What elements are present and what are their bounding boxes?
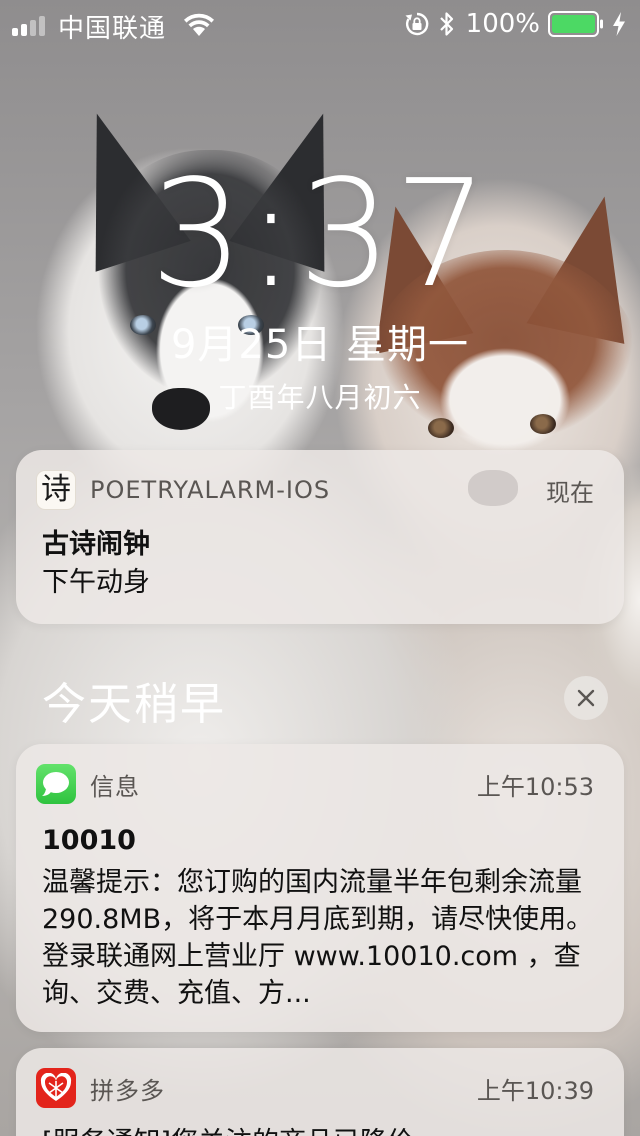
notification-time: 上午10:39 xyxy=(476,1076,594,1105)
lockscreen-date: 9月25日 星期一 xyxy=(170,322,470,368)
orientation-lock-icon xyxy=(405,12,429,36)
wallpaper-dog-eye xyxy=(428,418,454,438)
wallpaper-dog-eye xyxy=(530,414,556,434)
notification-header: 拼多多 上午10:39 xyxy=(36,1068,594,1108)
notification-body: 10010 温馨提示：您订购的国内流量半年包剩余流量290.8MB，将于本月月底… xyxy=(42,822,594,1012)
poetry-app-icon: 诗 xyxy=(36,470,76,510)
pinduoduo-icon xyxy=(36,1068,76,1108)
lockscreen-clock: 3:37 xyxy=(149,148,491,320)
lockscreen-lunar-date: 丁酉年八月初六 xyxy=(218,381,422,414)
carrier-name: 中国联通 xyxy=(58,14,167,44)
notification-title: 古诗闹钟 xyxy=(42,529,150,560)
notification-text: 温馨提示：您订购的国内流量半年包剩余流量290.8MB，将于本月月底到期，请尽快… xyxy=(42,867,594,1009)
notification-body: [服务通知]您关注的商品已降价 xyxy=(42,1124,594,1136)
battery-icon xyxy=(548,11,603,37)
status-bar: 中国联通 100% xyxy=(0,0,640,48)
notification-header: 信息 上午10:53 xyxy=(36,764,594,804)
notification-body: 古诗闹钟 下午动身 xyxy=(42,526,594,601)
notification-header: 诗 POETRYALARM-IOS 现在 xyxy=(36,470,594,510)
notification-app-name: 信息 xyxy=(90,772,140,801)
close-icon xyxy=(577,689,595,707)
notification-time: 现在 xyxy=(546,478,594,507)
notification-pinduoduo[interactable]: 拼多多 上午10:39 [服务通知]您关注的商品已降价 xyxy=(16,1048,624,1136)
notification-time: 上午10:53 xyxy=(476,772,594,801)
notification-app-name: 拼多多 xyxy=(90,1076,165,1105)
notification-title: 10010 xyxy=(42,825,136,856)
earlier-today-header: 今天稍早 xyxy=(42,679,226,730)
notification-messages[interactable]: 信息 上午10:53 10010 温馨提示：您订购的国内流量半年包剩余流量290… xyxy=(16,744,624,1032)
notification-app-name: POETRYALARM-IOS xyxy=(90,476,331,504)
notification-poetryalarm[interactable]: 诗 POETRYALARM-IOS 现在 古诗闹钟 下午动身 xyxy=(16,450,624,624)
wifi-icon xyxy=(184,13,214,36)
signal-icon xyxy=(12,14,45,36)
notification-text: 下午动身 xyxy=(42,567,150,598)
bluetooth-icon xyxy=(439,12,453,36)
charging-bolt-icon xyxy=(613,12,625,36)
messages-icon xyxy=(36,764,76,804)
battery-percentage: 100% xyxy=(465,9,540,39)
clear-notifications-button[interactable] xyxy=(564,676,608,720)
notification-text: [服务通知]您关注的商品已降价 xyxy=(42,1124,594,1136)
